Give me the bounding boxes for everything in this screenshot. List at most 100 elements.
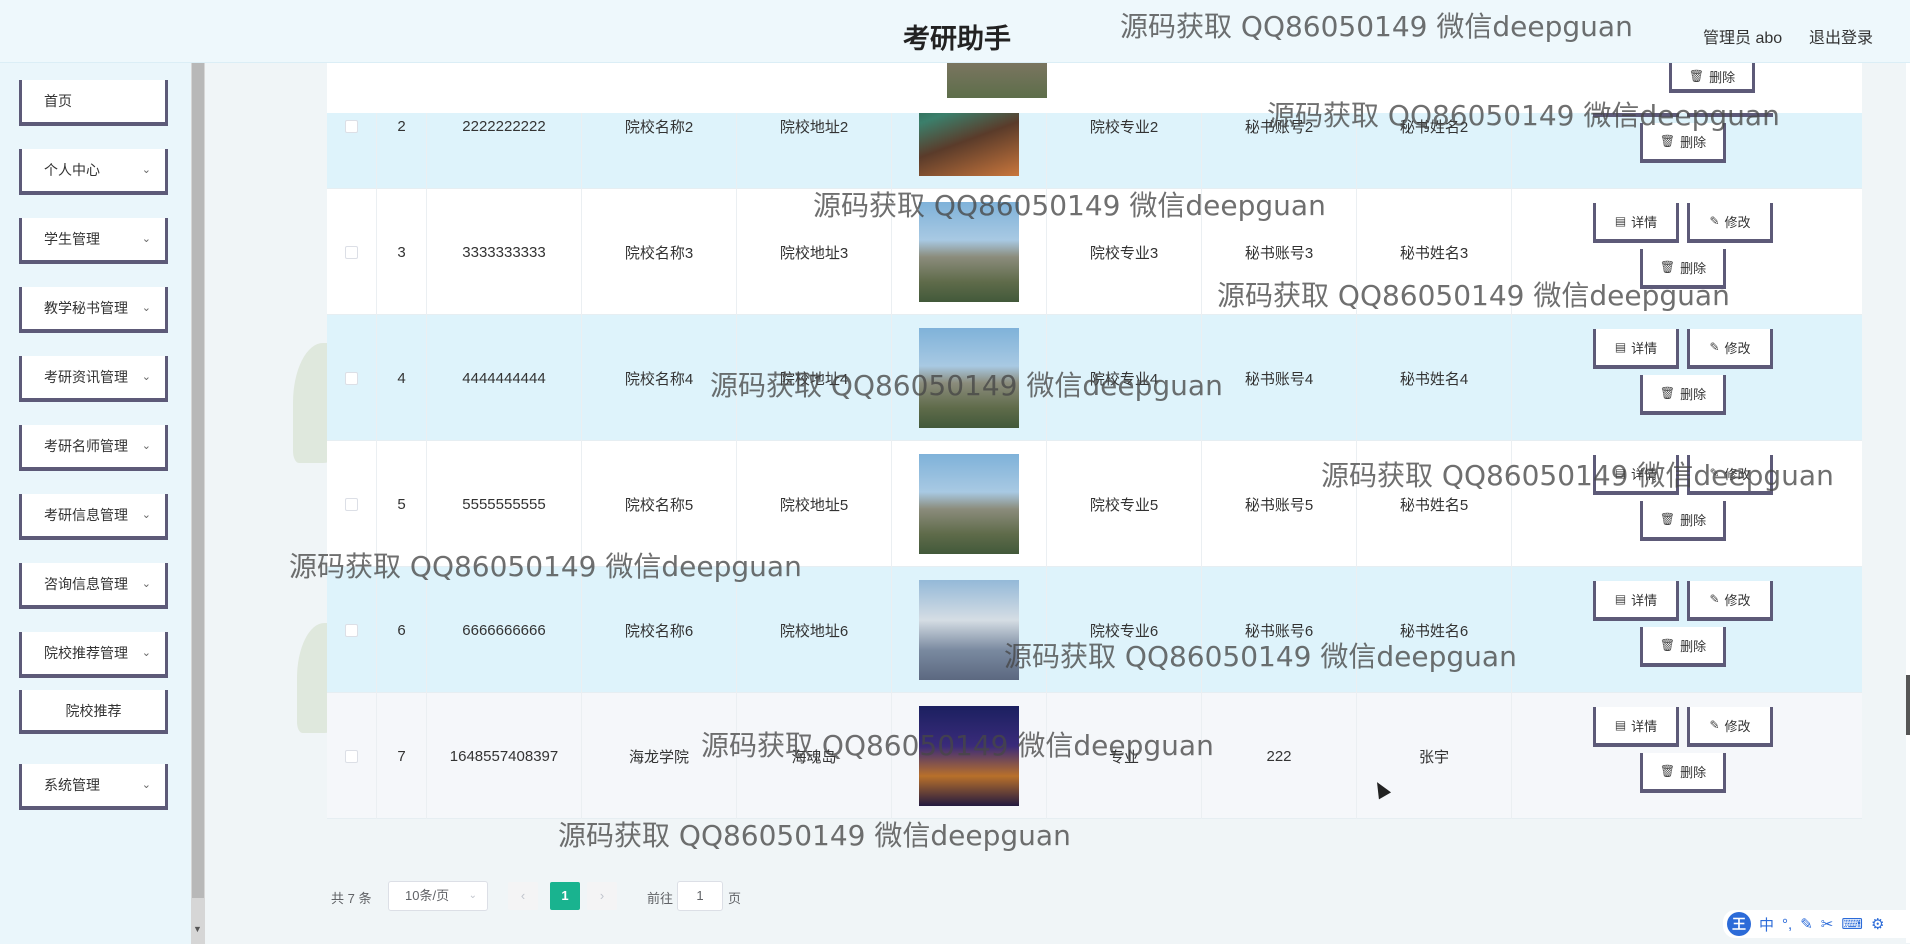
goto-page-input[interactable]: 1 <box>677 881 723 911</box>
next-page-button[interactable]: › <box>587 882 617 910</box>
trash-icon: 🗑 <box>1659 764 1676 778</box>
ime-punct-icon[interactable]: °, <box>1782 916 1792 933</box>
sidebar-item-4[interactable]: 考研资讯管理 ⌄ <box>19 356 168 402</box>
edit-button[interactable]: ✎修改 <box>1687 581 1773 621</box>
college-image <box>919 706 1019 806</box>
college-major: 院校专业3 <box>1047 189 1202 315</box>
row-index: 4 <box>377 315 427 441</box>
row-checkbox[interactable] <box>345 623 358 637</box>
sidebar-item-label: 考研名师管理 <box>44 438 128 454</box>
detail-button[interactable]: ▤详情 <box>1593 203 1679 243</box>
row-actions: ▤详情✎修改 🗑删除 <box>1512 315 1862 441</box>
page-number-1[interactable]: 1 <box>550 882 580 910</box>
page-size-select[interactable]: 10条/页 ⌄ <box>388 881 488 911</box>
sidebar-item-label: 院校推荐管理 <box>44 645 128 661</box>
chevron-down-icon: ⌄ <box>141 371 151 383</box>
college-address: 院校地址4 <box>737 315 892 441</box>
row-checkbox[interactable] <box>345 497 358 511</box>
sidebar-item-6[interactable]: 考研信息管理 ⌄ <box>19 494 168 540</box>
main-scrollbar-thumb[interactable] <box>1906 675 1910 735</box>
college-image <box>919 328 1019 428</box>
sidebar-scrollbar-thumb[interactable] <box>192 63 204 898</box>
row-checkbox[interactable] <box>345 749 358 763</box>
logout-link[interactable]: 退出登录 <box>1809 24 1873 48</box>
college-address: 院校地址6 <box>737 567 892 693</box>
detail-button[interactable]: ▤详情 <box>1593 581 1679 621</box>
trash-icon: 🗑 <box>1659 260 1676 274</box>
delete-button[interactable]: 🗑 删除 <box>1640 375 1726 415</box>
detail-button[interactable]: ▤详情 <box>1593 455 1679 495</box>
trash-icon: 🗑 <box>1659 134 1676 148</box>
sidebar-item-7[interactable]: 咨询信息管理 ⌄ <box>19 563 168 609</box>
delete-button[interactable]: 🗑 删除 <box>1640 627 1726 667</box>
ime-mode[interactable]: 中 <box>1759 914 1774 935</box>
delete-button[interactable]: 🗑 删除 <box>1640 753 1726 793</box>
secretary-name: 秘书姓名4 <box>1357 315 1512 441</box>
edit-button[interactable]: ✎修改 <box>1687 707 1773 747</box>
goto-label: 前往 <box>647 891 674 906</box>
detail-button[interactable]: ▤详情 <box>1593 707 1679 747</box>
college-address: 院校地址3 <box>737 189 892 315</box>
row-actions: ▤详情✎修改 🗑删除 <box>1512 189 1862 315</box>
college-major: 院校专业6 <box>1047 567 1202 693</box>
delete-button[interactable]: 🗑 删除 <box>1669 63 1755 93</box>
secretary-name: 秘书姓名3 <box>1357 189 1512 315</box>
detail-button[interactable]: ▤详情 <box>1593 329 1679 369</box>
college-image <box>947 63 1047 98</box>
college-major: 院校专业5 <box>1047 441 1202 567</box>
sidebar-item-3[interactable]: 教学秘书管理 ⌄ <box>19 287 168 333</box>
delete-button[interactable]: 🗑 删除 <box>1640 501 1726 541</box>
row-checkbox-cell <box>327 441 377 567</box>
chevron-down-icon: ⌄ <box>141 233 151 245</box>
edit-button[interactable]: ✎修改 <box>1687 203 1773 243</box>
gear-icon[interactable]: ⚙ <box>1871 915 1884 933</box>
secretary-name: 张宇 <box>1357 693 1512 819</box>
sidebar-item-2[interactable]: 学生管理 ⌄ <box>19 218 168 264</box>
sidebar-item-0[interactable]: 首页 <box>19 80 168 126</box>
chevron-down-icon: ⌄ <box>141 440 151 452</box>
trash-icon: 🗑 <box>1688 69 1705 83</box>
college-address: 院校地址5 <box>737 441 892 567</box>
prev-page-button[interactable]: ‹ <box>508 882 538 910</box>
sidebar-item-label: 考研资讯管理 <box>44 369 128 385</box>
college-name: 院校名称5 <box>582 441 737 567</box>
college-name: 院校名称3 <box>582 189 737 315</box>
delete-button[interactable]: 🗑 删除 <box>1640 249 1726 289</box>
row-index: 5 <box>377 441 427 567</box>
edit-button[interactable]: ✎修改 <box>1687 455 1773 495</box>
main-scrollbar[interactable] <box>1906 63 1910 943</box>
scroll-down-icon[interactable]: ▼ <box>193 924 202 934</box>
college-image-cell <box>892 441 1047 567</box>
delete-button[interactable]: 🗑 删除 <box>1640 123 1726 163</box>
row-checkbox[interactable] <box>345 119 358 133</box>
college-major: 院校专业4 <box>1047 315 1202 441</box>
trash-icon: 🗑 <box>1659 638 1676 652</box>
top-header: 考研助手 管理员 abo 退出登录 <box>0 0 1910 63</box>
college-table: 22222222222院校名称2院校地址2院校专业2秘书账号2秘书姓名2▤详情✎… <box>327 63 1862 869</box>
scissors-icon[interactable]: ✂ <box>1821 915 1834 933</box>
sidebar-item-label: 咨询信息管理 <box>44 576 128 592</box>
row-checkbox-cell <box>327 567 377 693</box>
row-checkbox-cell <box>327 693 377 819</box>
sidebar-item-8[interactable]: 院校推荐管理 ⌄ <box>19 632 168 678</box>
college-code: 6666666666 <box>427 567 582 693</box>
ime-toolbar[interactable]: 王 中 °, ✎ ✂ ⌨ ⚙ <box>1723 910 1910 938</box>
sidebar-item-9[interactable]: 院校推荐 <box>19 690 168 734</box>
trash-icon: 🗑 <box>1659 386 1676 400</box>
sidebar-item-label: 系统管理 <box>44 777 100 793</box>
sidebar-item-10[interactable]: 系统管理 ⌄ <box>19 764 168 810</box>
table-row: 3 3333333333 院校名称3 院校地址3 院校专业3 秘书账号3 秘书姓名3 ▤ 详情 ✎… <box>327 189 1862 315</box>
edit-button[interactable]: ✎修改 <box>1687 329 1773 369</box>
sidebar-item-1[interactable]: 个人中心 ⌄ <box>19 149 168 195</box>
college-code: 5555555555 <box>427 441 582 567</box>
college-name: 海龙学院 <box>582 693 737 819</box>
sidebar-item-label: 教学秘书管理 <box>44 300 128 316</box>
row-checkbox[interactable] <box>345 371 358 385</box>
page-suffix: 页 <box>728 891 742 906</box>
college-code: 3333333333 <box>427 189 582 315</box>
sidebar-item-5[interactable]: 考研名师管理 ⌄ <box>19 425 168 471</box>
pen-icon[interactable]: ✎ <box>1800 915 1813 933</box>
keyboard-icon[interactable]: ⌨ <box>1841 915 1863 933</box>
table-row: 6 6666666666 院校名称6 院校地址6 院校专业6 秘书账号6 秘书姓名6 ▤ 详情 ✎… <box>327 567 1862 693</box>
row-checkbox[interactable] <box>345 245 358 259</box>
